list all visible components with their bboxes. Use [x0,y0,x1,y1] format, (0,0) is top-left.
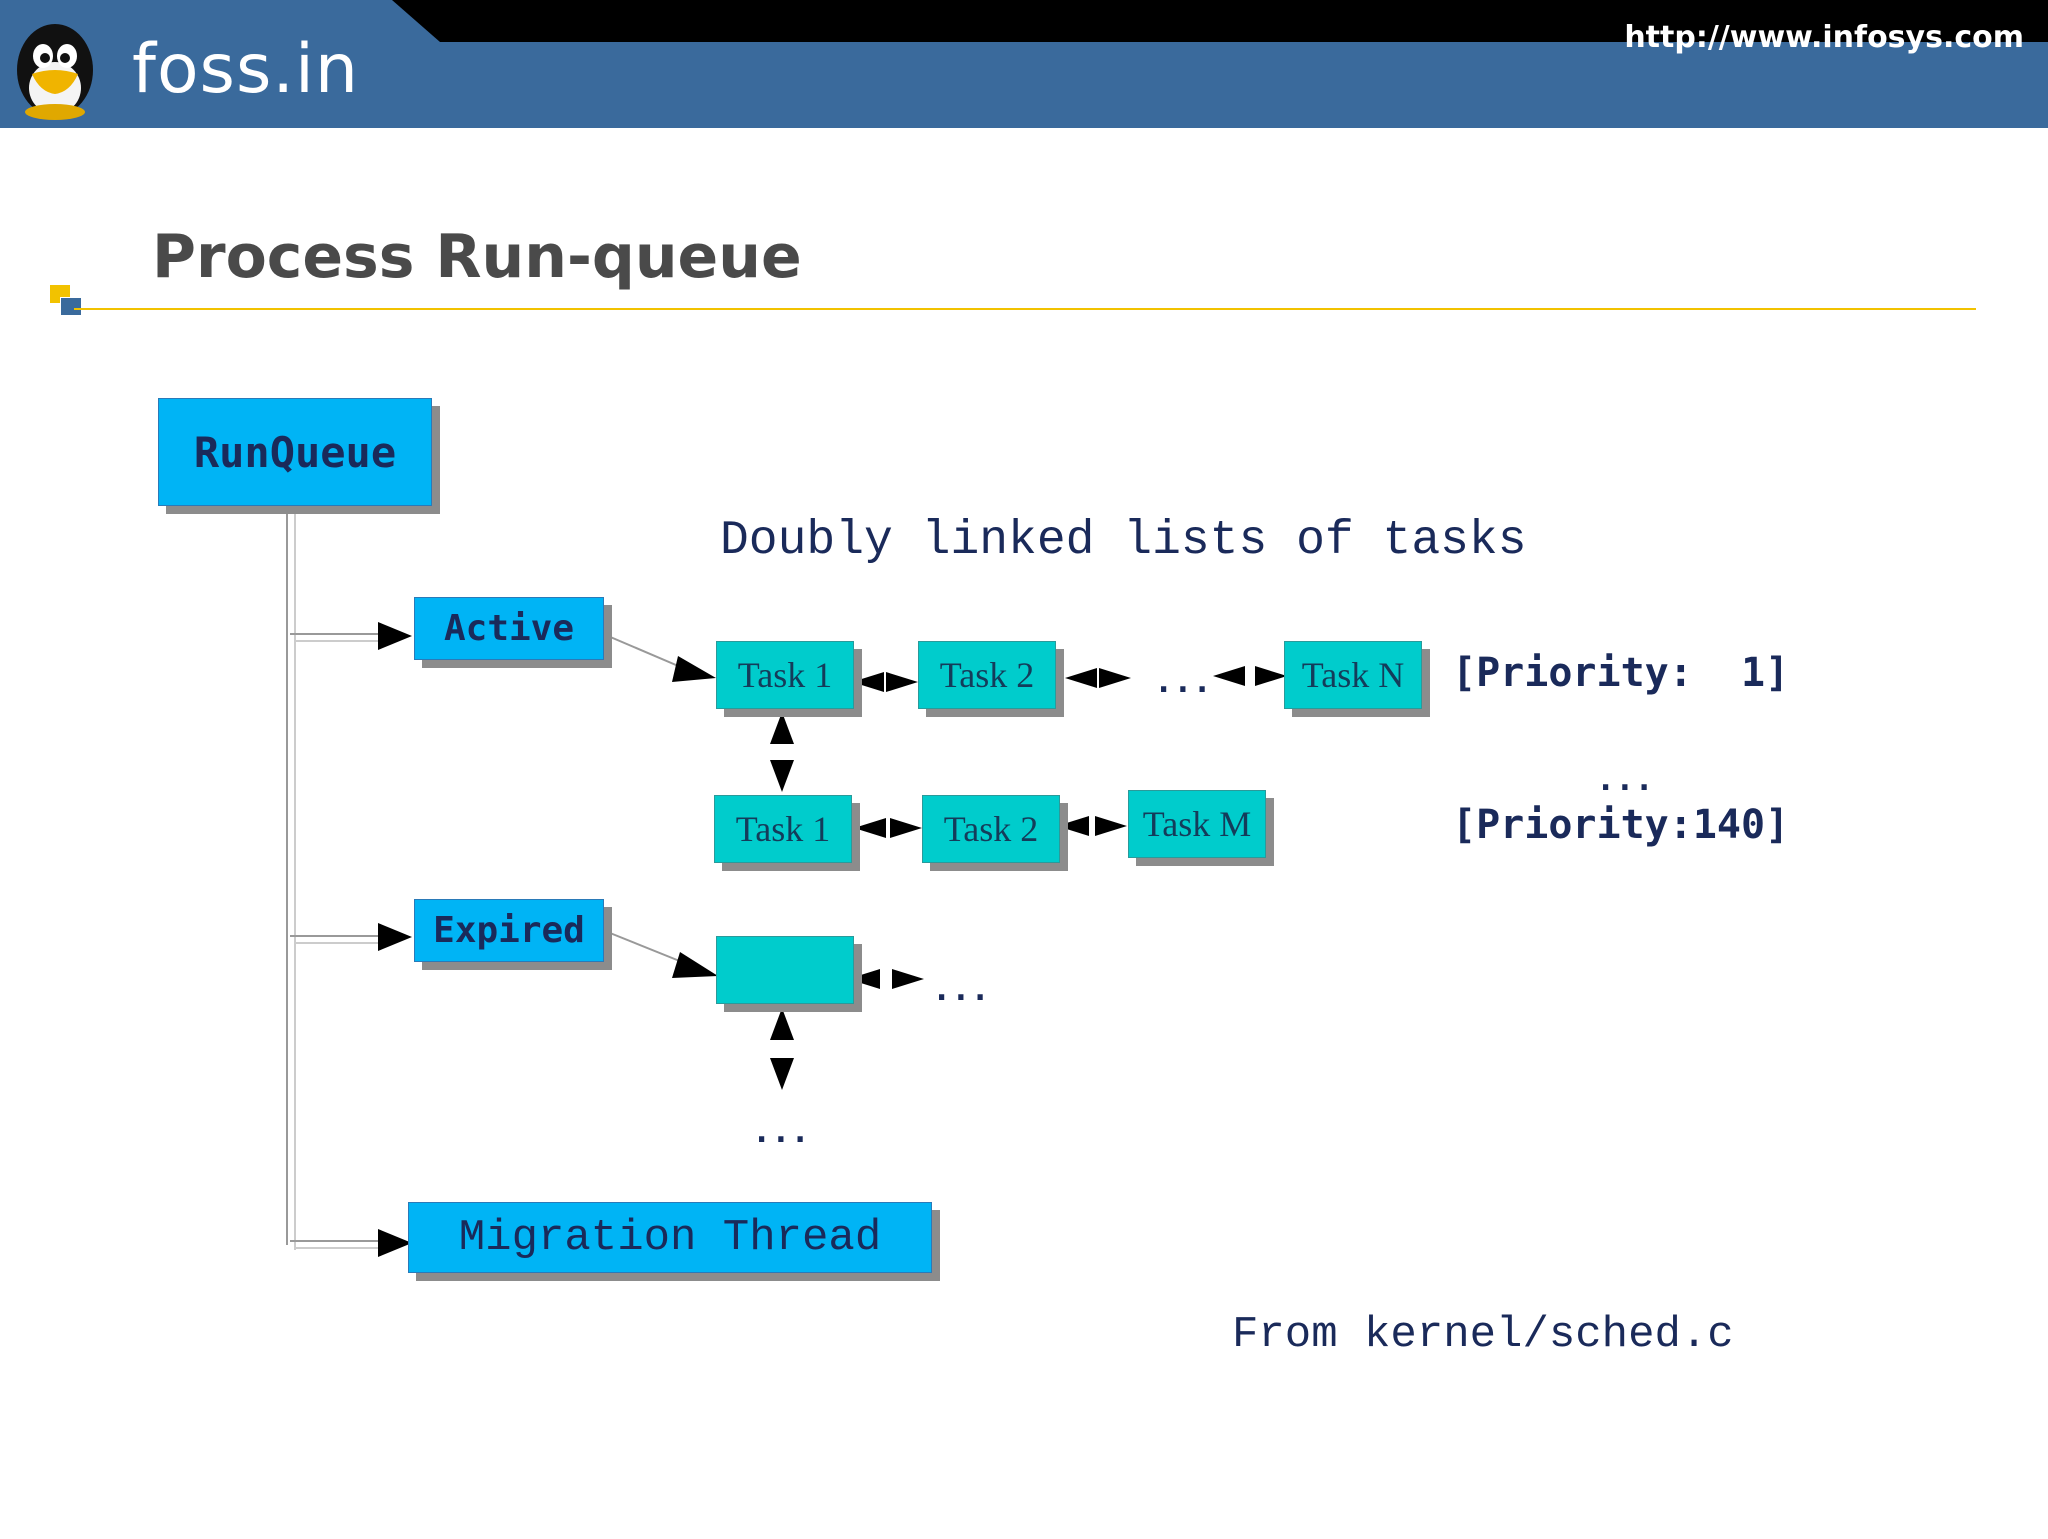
diagram-connectors [286,512,1287,1257]
active-to-task1-arrowhead [672,656,716,682]
expired-ellipsis-down: ... [752,1112,810,1150]
row1-task-n-label: Task N [1301,655,1405,695]
runqueue-box: RunQueue [158,398,432,506]
row1-task-2: Task 2 [918,641,1056,709]
tree-trunk-line [286,512,296,1250]
row1-task-1: Task 1 [716,641,854,709]
row1-ellipsis: ... [1154,662,1212,700]
diagram-caption: Doubly linked lists of tasks [720,514,1527,568]
row-link-vertical-arrow [770,712,794,792]
row2-task-m-label: Task M [1142,804,1252,844]
row2-task-2-label: Task 2 [943,809,1039,849]
priority-last-label: [Priority:140] [1452,802,1790,848]
source-note: From kernel/sched.c [1232,1310,1734,1360]
active-box: Active [414,597,604,660]
runqueue-label: RunQueue [193,427,397,477]
branch-migration-arrowhead [378,1229,412,1257]
expired-to-task-arrowhead [672,952,718,978]
branch-active [290,633,378,642]
migration-thread-box: Migration Thread [408,1202,932,1273]
expired-box: Expired [414,899,604,962]
expired-task-node [716,936,854,1004]
row1-task-2-label: Task 2 [939,655,1035,695]
row2-task-1-label: Task 1 [735,809,831,849]
row2-task-1: Task 1 [714,795,852,863]
expired-label: Expired [433,910,585,951]
priority-first-label: [Priority: 1] [1452,650,1790,696]
branch-active-arrowhead [378,622,412,650]
migration-thread-label: Migration Thread [458,1212,882,1263]
branch-expired-arrowhead [378,923,412,951]
branch-migration [290,1240,378,1249]
row2-task-m: Task M [1128,790,1266,858]
branch-expired [290,935,378,944]
active-label: Active [443,608,575,649]
priority-ellipsis: ... [1596,760,1654,798]
expired-ellipsis-right: ... [932,970,990,1008]
row2-task-2: Task 2 [922,795,1060,863]
row1-task-n: Task N [1284,641,1422,709]
row1-task-1-label: Task 1 [737,655,833,695]
